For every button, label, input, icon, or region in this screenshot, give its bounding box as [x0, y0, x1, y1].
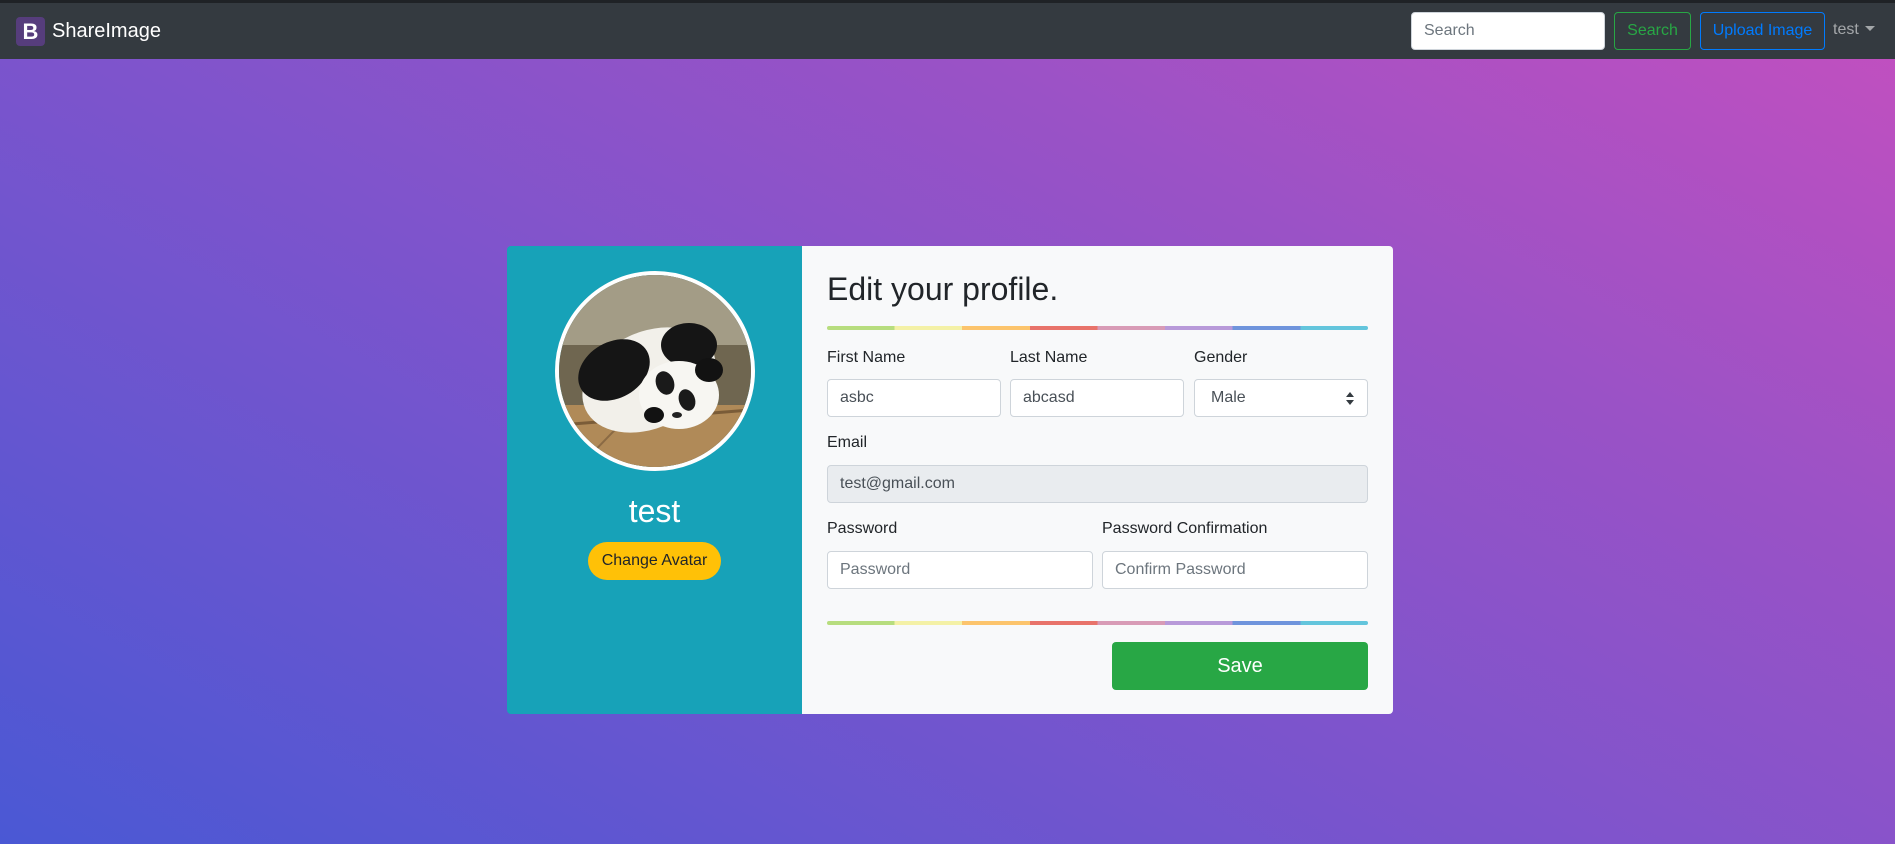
brand-link[interactable]: B ShareImage	[16, 17, 161, 46]
brand-name: ShareImage	[52, 20, 161, 42]
caret-down-icon	[1864, 26, 1875, 31]
avatar	[555, 271, 755, 471]
search-input[interactable]	[1411, 12, 1605, 50]
profile-username: test	[628, 493, 681, 529]
change-avatar-button[interactable]: Change Avatar	[588, 542, 721, 580]
first-name-field[interactable]	[827, 379, 1001, 417]
panda-avatar-image	[559, 275, 751, 467]
gender-label: Gender	[1194, 349, 1248, 366]
bootstrap-logo-icon: B	[16, 17, 45, 46]
last-name-label: Last Name	[1010, 349, 1088, 366]
password-confirmation-label: Password Confirmation	[1102, 520, 1268, 537]
gender-select[interactable]: Male	[1194, 379, 1368, 417]
password-label: Password	[827, 520, 898, 537]
save-button[interactable]: Save	[1112, 642, 1368, 690]
upload-image-button[interactable]: Upload Image	[1700, 12, 1825, 50]
search-button[interactable]: Search	[1614, 12, 1691, 50]
user-dropdown[interactable]: test	[1833, 21, 1875, 39]
user-dropdown-label: test	[1833, 21, 1859, 38]
select-arrows-icon	[1346, 392, 1354, 406]
password-confirmation-field[interactable]	[1102, 551, 1368, 589]
email-field	[827, 465, 1368, 503]
rainbow-divider-top	[827, 326, 1368, 330]
email-label: Email	[827, 434, 868, 451]
gender-selected-value: Male	[1211, 389, 1246, 406]
page-title: Edit your profile.	[827, 271, 1059, 307]
password-field[interactable]	[827, 551, 1093, 589]
rainbow-divider-bottom	[827, 621, 1368, 625]
first-name-label: First Name	[827, 349, 906, 366]
profile-sidebar: test Change Avatar	[507, 246, 802, 714]
navbar: B ShareImage Search Upload Image test	[0, 3, 1895, 59]
edit-profile-form: Edit your profile. First Name Last Name …	[802, 246, 1393, 714]
last-name-field[interactable]	[1010, 379, 1184, 417]
